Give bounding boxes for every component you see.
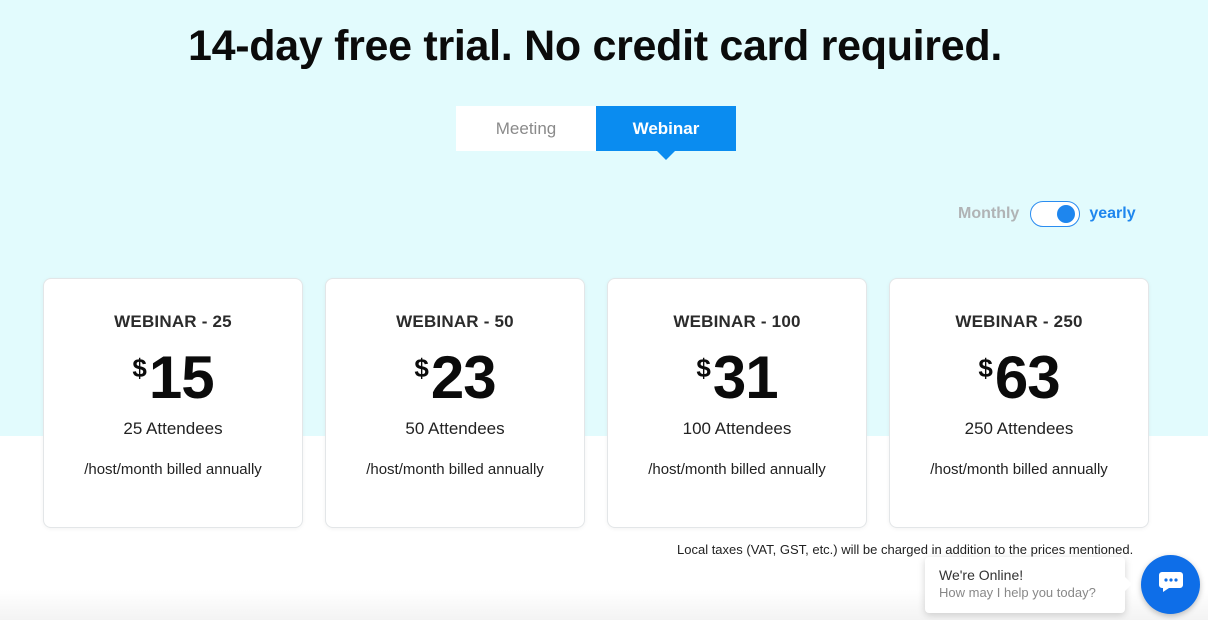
tax-disclaimer: Local taxes (VAT, GST, etc.) will be cha… — [677, 542, 1134, 557]
plan-billing-note: /host/month billed annually — [930, 461, 1108, 478]
plan-attendees: 25 Attendees — [123, 419, 223, 438]
plan-name: WEBINAR - 50 — [396, 312, 514, 331]
plan-billing-note: /host/month billed annually — [84, 461, 262, 478]
plan-name: WEBINAR - 25 — [114, 312, 232, 331]
plan-price: $ 23 — [326, 345, 584, 411]
chat-greeting-bubble[interactable]: We're Online! How may I help you today? — [925, 557, 1132, 613]
plan-name: WEBINAR - 250 — [955, 312, 1083, 331]
plan-attendees: 100 Attendees — [682, 419, 792, 438]
chat-icon — [1158, 570, 1184, 599]
billing-period-toggle: Monthly yearly — [958, 201, 1136, 227]
tab-webinar-label: Webinar — [632, 118, 700, 138]
plan-attendees: 250 Attendees — [964, 419, 1074, 438]
plan-card-webinar-25[interactable]: WEBINAR - 25 $ 15 25 Attendees /host/mon… — [43, 278, 303, 528]
price-amount: 15 — [148, 344, 215, 411]
currency-symbol: $ — [696, 353, 711, 383]
plan-attendees: 50 Attendees — [405, 419, 505, 438]
page-title: 14-day free trial. No credit card requir… — [188, 22, 1002, 70]
plan-name: WEBINAR - 100 — [673, 312, 801, 331]
plan-price: $ 31 — [608, 345, 866, 411]
active-tab-pointer — [657, 151, 675, 160]
plan-card-webinar-250[interactable]: WEBINAR - 250 $ 63 250 Attendees /host/m… — [889, 278, 1149, 528]
plan-card-webinar-50[interactable]: WEBINAR - 50 $ 23 50 Attendees /host/mon… — [325, 278, 585, 528]
plan-billing-note: /host/month billed annually — [648, 461, 826, 478]
plan-price: $ 63 — [890, 345, 1148, 411]
tab-meeting[interactable]: Meeting — [456, 106, 596, 151]
price-amount: 23 — [430, 344, 497, 411]
price-amount: 63 — [994, 344, 1061, 411]
plan-billing-note: /host/month billed annually — [366, 461, 544, 478]
tab-webinar[interactable]: Webinar — [596, 106, 736, 160]
plan-card-webinar-100[interactable]: WEBINAR - 100 $ 31 100 Attendees /host/m… — [607, 278, 867, 528]
billing-switch[interactable] — [1030, 201, 1081, 227]
plan-price: $ 15 — [44, 345, 302, 411]
product-tabs: Meeting Webinar — [456, 106, 736, 160]
chat-title: We're Online! — [939, 567, 1024, 583]
switch-knob — [1057, 205, 1076, 223]
monthly-label[interactable]: Monthly — [958, 205, 1019, 223]
yearly-label[interactable]: yearly — [1089, 205, 1135, 223]
chat-subtitle: How may I help you today? — [939, 585, 1096, 600]
currency-symbol: $ — [978, 353, 993, 383]
price-amount: 31 — [712, 344, 779, 411]
chat-launcher-button[interactable] — [1141, 555, 1200, 614]
currency-symbol: $ — [132, 353, 147, 383]
currency-symbol: $ — [414, 353, 429, 383]
